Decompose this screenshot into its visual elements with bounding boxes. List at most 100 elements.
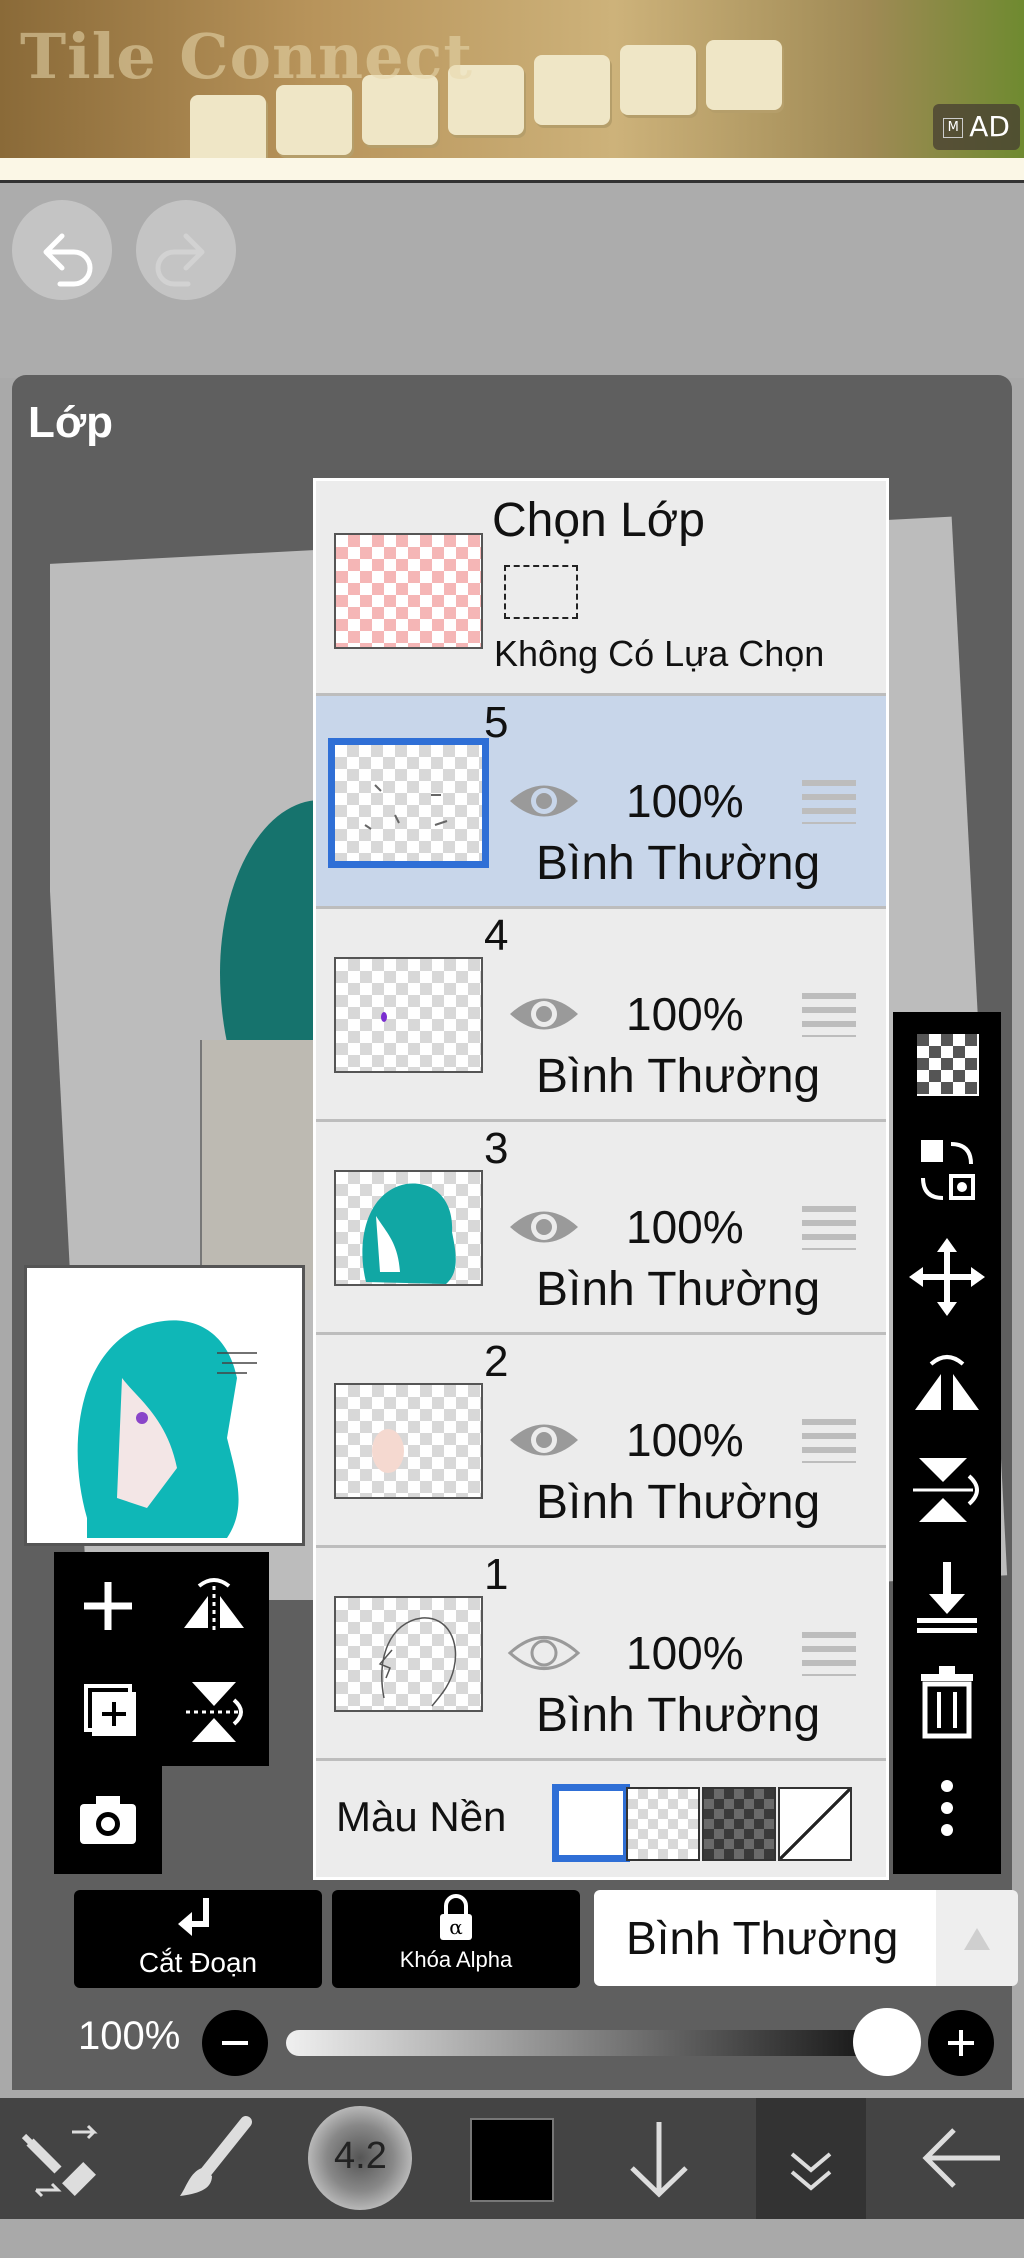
drag-handle-icon[interactable] — [802, 1206, 856, 1250]
color-picker-button[interactable] — [460, 2098, 560, 2219]
layer-list: Chọn Lớp Không Có Lựa Chọn 5 100% Bình T… — [313, 478, 889, 1880]
opacity-decrease-button[interactable] — [202, 2010, 268, 2076]
opacity-label: 100% — [78, 2014, 181, 2058]
eye-icon[interactable] — [506, 778, 582, 824]
flip-vertical-button[interactable] — [164, 1662, 264, 1762]
selection-subtitle: Không Có Lựa Chọn — [494, 633, 825, 674]
layer-blend-mode: Bình Thường — [536, 1263, 821, 1316]
transparency-button[interactable] — [893, 1012, 1001, 1118]
background-checker-dark-swatch[interactable] — [702, 1787, 776, 1861]
merge-down-button[interactable] — [893, 1542, 1001, 1648]
arrow-left-icon — [922, 2128, 1000, 2188]
clipping-label: Cắt Đoạn — [138, 1947, 258, 1978]
flip-horizontal-icon — [184, 1578, 244, 1634]
add-layer-button[interactable] — [58, 1556, 158, 1656]
brush-tool-button[interactable] — [150, 2098, 280, 2219]
swap-icon — [921, 1140, 975, 1200]
redo-icon — [155, 233, 205, 287]
brush-size-value: 4.2 — [334, 2135, 387, 2177]
flip-horizontal-button[interactable] — [164, 1556, 264, 1656]
layer-row[interactable]: 5 100% Bình Thường — [316, 696, 886, 909]
layer-opacity: 100% — [626, 1201, 744, 1253]
undo-button[interactable] — [12, 200, 112, 300]
ad-m-icon: M — [943, 118, 964, 138]
canvas-preview-thumbnail[interactable] — [24, 1265, 305, 1546]
layer-opacity: 100% — [626, 1627, 744, 1679]
opacity-increase-button[interactable] — [928, 2010, 994, 2076]
more-options-button[interactable] — [893, 1754, 1001, 1860]
opacity-slider-knob[interactable] — [853, 2008, 921, 2076]
background-white-swatch[interactable] — [552, 1784, 630, 1862]
background-checker-light-swatch[interactable] — [626, 1787, 700, 1861]
pen-eraser-swap-icon — [21, 2124, 98, 2198]
ad-banner[interactable]: Tile Connect M AD — [0, 0, 1024, 158]
selection-layer-row[interactable]: Chọn Lớp Không Có Lựa Chọn — [316, 481, 886, 696]
brush-icon — [180, 2116, 252, 2196]
layer-opacity: 100% — [626, 775, 744, 827]
minus-icon — [222, 2041, 248, 2045]
camera-button[interactable] — [58, 1770, 158, 1870]
flip-layer-vertical-button[interactable] — [893, 1436, 1001, 1542]
layer-row[interactable]: 3 100% Bình Thường — [316, 1122, 886, 1335]
opacity-slider[interactable] — [286, 2030, 886, 2056]
clipping-button[interactable]: Cắt Đoạn — [74, 1890, 322, 1988]
camera-icon — [80, 1796, 136, 1844]
layer-row[interactable]: 4 100% Bình Thường — [316, 909, 886, 1122]
background-color-row: Màu Nền — [316, 1765, 886, 1877]
layer-row[interactable]: 2 100% Bình Thường — [316, 1335, 886, 1548]
ad-title: Tile Connect — [20, 20, 473, 93]
flip-layer-horizontal-button[interactable] — [893, 1330, 1001, 1436]
layer-blend-mode: Bình Thường — [536, 1689, 821, 1742]
layer-thumbnail — [334, 1170, 483, 1286]
duplicate-layer-button[interactable] — [58, 1662, 158, 1762]
bottom-toolbar: 4.2 — [0, 2098, 1024, 2219]
tool-switch-button[interactable] — [0, 2098, 130, 2219]
layer-blend-mode: Bình Thường — [536, 837, 821, 890]
redo-button[interactable] — [136, 200, 236, 300]
eye-icon[interactable] — [506, 1204, 582, 1250]
panel-title: Lớp — [28, 398, 114, 447]
collapse-panel-button[interactable] — [756, 2098, 866, 2219]
right-tool-column — [893, 1012, 1001, 1874]
plus-icon — [84, 1582, 132, 1630]
layer-thumbnail — [334, 1596, 483, 1712]
drag-handle-icon[interactable] — [802, 1632, 856, 1676]
plus-icon — [948, 2030, 974, 2056]
layer-blend-mode: Bình Thường — [536, 1476, 821, 1529]
flip-horizontal-icon — [915, 1355, 979, 1410]
drag-handle-icon[interactable] — [802, 780, 856, 824]
blend-mode-select[interactable]: Bình Thường — [594, 1890, 936, 1986]
swap-layers-button[interactable] — [893, 1118, 1001, 1224]
move-icon — [909, 1238, 985, 1316]
background-none-swatch[interactable] — [778, 1787, 852, 1861]
drag-handle-icon[interactable] — [802, 993, 856, 1037]
drag-handle-icon[interactable] — [802, 1419, 856, 1463]
eye-icon[interactable] — [506, 1417, 582, 1463]
alpha-lock-button[interactable]: α Khóa Alpha — [332, 1890, 580, 1988]
lock-icon: α — [440, 1894, 472, 1940]
checkerboard-icon — [917, 1034, 979, 1096]
layer-thumbnail — [334, 957, 483, 1073]
blend-mode-dropdown-button[interactable] — [936, 1890, 1018, 1986]
layer-blend-mode: Bình Thường — [536, 1050, 821, 1103]
brush-size-button[interactable]: 4.2 — [304, 2098, 414, 2219]
clip-arrow-icon — [178, 1898, 209, 1936]
ad-label: AD — [969, 110, 1010, 143]
ad-badge[interactable]: M AD — [933, 104, 1020, 150]
arrow-down-icon — [630, 2122, 688, 2198]
flip-vertical-icon — [186, 1682, 243, 1742]
layer-thumbnail — [328, 738, 489, 868]
left-tool-box-bottom — [54, 1766, 162, 1874]
layer-row[interactable]: 1 100% Bình Thường — [316, 1548, 886, 1761]
more-vertical-icon — [941, 1780, 953, 1836]
svg-text:α: α — [449, 1915, 463, 1939]
back-button[interactable] — [900, 2098, 1024, 2219]
scroll-down-button[interactable] — [604, 2098, 714, 2219]
move-button[interactable] — [893, 1224, 1001, 1330]
layer-number: 5 — [484, 698, 509, 747]
selection-title: Chọn Lớp — [492, 494, 705, 547]
eye-off-icon[interactable] — [506, 1630, 582, 1676]
eye-icon[interactable] — [506, 991, 582, 1037]
delete-layer-button[interactable] — [893, 1648, 1001, 1754]
triangle-up-icon — [964, 1928, 990, 1950]
